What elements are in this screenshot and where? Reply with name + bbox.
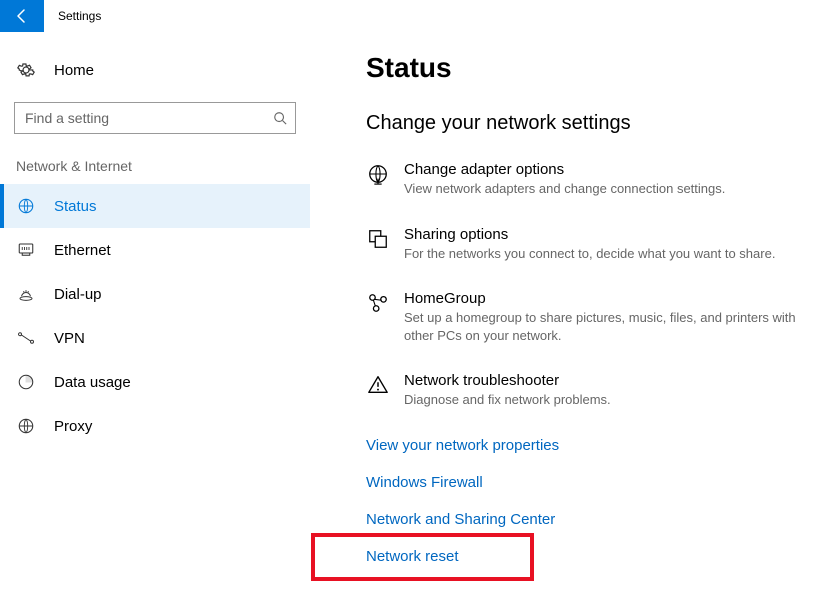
home-label: Home — [54, 62, 94, 79]
nav-item-label: Dial-up — [54, 286, 102, 303]
search-box[interactable] — [14, 102, 296, 134]
option-sharing[interactable]: Sharing options For the networks you con… — [366, 226, 807, 263]
nav-item-dialup[interactable]: Dial-up — [0, 272, 310, 316]
link-network-sharing-center[interactable]: Network and Sharing Center — [366, 511, 807, 528]
option-homegroup[interactable]: HomeGroup Set up a homegroup to share pi… — [366, 290, 807, 344]
arrow-left-icon — [14, 8, 30, 24]
option-title: HomeGroup — [404, 290, 807, 307]
main-content: Status Change your network settings Chan… — [310, 32, 827, 593]
proxy-icon — [16, 417, 36, 435]
nav-item-proxy[interactable]: Proxy — [0, 404, 310, 448]
option-title: Sharing options — [404, 226, 807, 243]
link-network-reset[interactable]: Network reset — [366, 548, 807, 565]
option-title: Network troubleshooter — [404, 372, 807, 389]
nav-item-label: Data usage — [54, 374, 131, 391]
sidebar: Home Network & Internet Status Ethernet — [0, 32, 310, 593]
warning-icon — [366, 374, 390, 409]
nav-item-ethernet[interactable]: Ethernet — [0, 228, 310, 272]
ethernet-icon — [16, 241, 36, 259]
option-desc: For the networks you connect to, decide … — [404, 245, 807, 263]
sharing-icon — [366, 228, 390, 263]
nav-item-vpn[interactable]: VPN — [0, 316, 310, 360]
nav-item-label: Status — [54, 198, 97, 215]
home-nav[interactable]: Home — [0, 50, 310, 90]
option-troubleshooter[interactable]: Network troubleshooter Diagnose and fix … — [366, 372, 807, 409]
dialup-icon — [16, 285, 36, 303]
app-title: Settings — [58, 9, 101, 23]
section-header: Network & Internet — [0, 152, 310, 184]
nav-item-datausage[interactable]: Data usage — [0, 360, 310, 404]
homegroup-icon — [366, 292, 390, 344]
nav-item-status[interactable]: Status — [0, 184, 310, 228]
option-desc: Set up a homegroup to share pictures, mu… — [404, 309, 807, 344]
nav-item-label: Proxy — [54, 418, 92, 435]
search-icon — [273, 111, 287, 125]
subheading: Change your network settings — [366, 112, 807, 135]
page-title: Status — [366, 52, 807, 84]
search-input[interactable] — [25, 110, 273, 126]
globe-icon — [366, 163, 390, 198]
option-desc: Diagnose and fix network problems. — [404, 391, 807, 409]
back-button[interactable] — [0, 0, 44, 32]
link-windows-firewall[interactable]: Windows Firewall — [366, 474, 807, 491]
status-icon — [16, 197, 36, 215]
nav-item-label: VPN — [54, 330, 85, 347]
nav-item-label: Ethernet — [54, 242, 111, 259]
vpn-icon — [16, 331, 36, 345]
option-desc: View network adapters and change connect… — [404, 180, 807, 198]
link-view-properties[interactable]: View your network properties — [366, 437, 807, 454]
gear-icon — [16, 61, 36, 79]
datausage-icon — [16, 373, 36, 391]
option-title: Change adapter options — [404, 161, 807, 178]
option-adapter[interactable]: Change adapter options View network adap… — [366, 161, 807, 198]
